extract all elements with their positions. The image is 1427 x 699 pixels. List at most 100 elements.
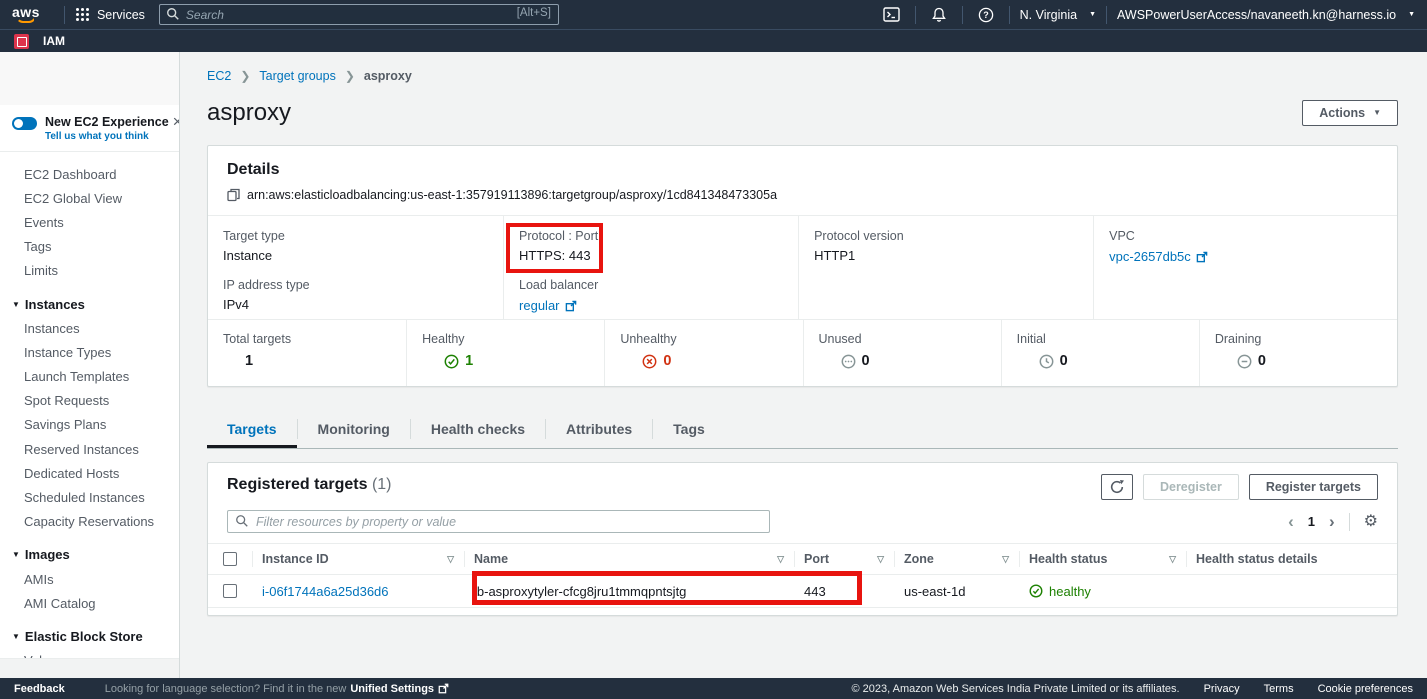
sidebar-section-instances[interactable]: ▼ Instances bbox=[0, 292, 179, 316]
actions-label: Actions bbox=[1319, 106, 1365, 120]
register-targets-button[interactable]: Register targets bbox=[1249, 474, 1378, 500]
tab-targets[interactable]: Targets bbox=[207, 412, 297, 448]
sidebar-section-elastic-block-store[interactable]: ▼ Elastic Block Store bbox=[0, 624, 179, 648]
aws-logo[interactable]: aws bbox=[12, 6, 40, 23]
chevron-down-icon: ▼ bbox=[1408, 11, 1415, 18]
sidebar-section-images[interactable]: ▼ Images bbox=[0, 543, 179, 567]
health-details-cell bbox=[1186, 575, 1397, 607]
instance-id-link[interactable]: i-06f1744a6a25d36d6 bbox=[262, 584, 389, 599]
account-label: AWSPowerUserAccess/navaneeth.kn@harness.… bbox=[1117, 8, 1396, 22]
stat-value: 0 bbox=[663, 353, 671, 369]
tab-monitoring[interactable]: Monitoring bbox=[298, 412, 410, 448]
stat-value: 0 bbox=[1258, 353, 1266, 369]
sidebar-item-savings-plans[interactable]: Savings Plans bbox=[0, 413, 179, 437]
new-experience-toggle[interactable] bbox=[12, 117, 37, 130]
sidebar-item-amis[interactable]: AMIs bbox=[0, 567, 179, 591]
stat-healthy: Healthy 1 bbox=[406, 320, 604, 386]
field-protocol-version: Protocol version HTTP1 bbox=[814, 229, 1083, 263]
triangle-down-icon: ▼ bbox=[12, 632, 20, 641]
settings-gear-icon[interactable]: ⚙ bbox=[1364, 514, 1378, 530]
notifications-bell-button[interactable] bbox=[926, 4, 952, 26]
filter-box bbox=[227, 510, 770, 533]
help-button[interactable]: ? bbox=[973, 4, 999, 26]
next-page-icon[interactable]: › bbox=[1329, 515, 1335, 529]
sidebar-item-reserved-instances[interactable]: Reserved Instances bbox=[0, 437, 179, 461]
title-actions: Actions ▼ bbox=[1302, 100, 1398, 126]
filter-input[interactable] bbox=[227, 510, 770, 533]
tell-us-link[interactable]: Tell us what you think bbox=[45, 131, 169, 142]
privacy-link[interactable]: Privacy bbox=[1204, 683, 1240, 695]
field-label: Protocol version bbox=[814, 229, 1083, 243]
field-value: HTTP1 bbox=[814, 248, 1083, 263]
refresh-button[interactable] bbox=[1101, 474, 1133, 500]
sidebar-item-events[interactable]: Events bbox=[0, 210, 179, 234]
breadcrumb: EC2 ❯ Target groups ❯ asproxy bbox=[207, 52, 1398, 83]
row-checkbox[interactable] bbox=[223, 584, 237, 598]
vpc-link[interactable]: vpc-2657db5c bbox=[1109, 249, 1208, 264]
details-column-4: VPC vpc-2657db5c bbox=[1093, 216, 1397, 319]
stat-draining: Draining 0 bbox=[1199, 320, 1397, 386]
sidebar-item-ec2-dashboard[interactable]: EC2 Dashboard bbox=[0, 162, 179, 186]
external-link-icon bbox=[565, 300, 577, 312]
sort-icon[interactable]: ▽ bbox=[777, 554, 784, 565]
sidebar-item-instance-types[interactable]: Instance Types bbox=[0, 340, 179, 364]
sort-icon[interactable]: ▽ bbox=[447, 554, 454, 565]
nav-divider bbox=[1009, 6, 1010, 24]
breadcrumb-target-groups[interactable]: Target groups bbox=[259, 69, 335, 83]
header-health-status-details: Health status details bbox=[1186, 544, 1397, 574]
search-input[interactable] bbox=[159, 4, 559, 25]
details-column-1: Target type Instance IP address type IPv… bbox=[208, 216, 503, 319]
sidebar-item-capacity-reservations[interactable]: Capacity Reservations bbox=[0, 510, 179, 534]
page-number[interactable]: 1 bbox=[1308, 514, 1315, 529]
sort-icon[interactable]: ▽ bbox=[877, 554, 884, 565]
tab-health-checks[interactable]: Health checks bbox=[411, 412, 545, 448]
recent-service-iam[interactable]: IAM bbox=[14, 34, 65, 49]
actions-button[interactable]: Actions ▼ bbox=[1302, 100, 1398, 126]
nav-divider bbox=[64, 6, 65, 24]
unified-settings-link[interactable]: Unified Settings bbox=[350, 683, 449, 695]
copy-icon[interactable] bbox=[227, 188, 240, 202]
details-column-3: Protocol version HTTP1 bbox=[798, 216, 1093, 319]
iam-service-icon bbox=[14, 34, 29, 49]
cloudshell-button[interactable] bbox=[879, 4, 905, 26]
field-label: Load balancer bbox=[519, 278, 788, 292]
sidebar-item-spot-requests[interactable]: Spot Requests bbox=[0, 389, 179, 413]
field-label: Target type bbox=[223, 229, 493, 243]
services-menu-button[interactable]: Services bbox=[75, 7, 145, 22]
section-label: Instances bbox=[25, 297, 85, 312]
terms-link[interactable]: Terms bbox=[1264, 683, 1294, 695]
services-label: Services bbox=[97, 8, 145, 22]
sidebar-item-instances[interactable]: Instances bbox=[0, 316, 179, 340]
sidebar-item-dedicated-hosts[interactable]: Dedicated Hosts bbox=[0, 461, 179, 485]
stat-value: 1 bbox=[245, 353, 253, 369]
unified-settings-label: Unified Settings bbox=[350, 683, 434, 695]
sidebar-item-launch-templates[interactable]: Launch Templates bbox=[0, 365, 179, 389]
target-group-arn: arn:aws:elasticloadbalancing:us-east-1:3… bbox=[247, 188, 777, 202]
sidebar-item-limits[interactable]: Limits bbox=[0, 259, 179, 283]
tab-tags[interactable]: Tags bbox=[653, 412, 725, 448]
sidebar-item-scheduled-instances[interactable]: Scheduled Instances bbox=[0, 485, 179, 509]
cookie-preferences-link[interactable]: Cookie preferences bbox=[1318, 683, 1413, 695]
close-icon[interactable]: × bbox=[169, 115, 180, 129]
sidebar-item-ec2-global-view[interactable]: EC2 Global View bbox=[0, 186, 179, 210]
sidebar-item-ami-catalog[interactable]: AMI Catalog bbox=[0, 591, 179, 615]
field-value: IPv4 bbox=[223, 297, 493, 312]
previous-page-icon[interactable]: ‹ bbox=[1288, 515, 1294, 529]
account-menu[interactable]: AWSPowerUserAccess/navaneeth.kn@harness.… bbox=[1117, 8, 1415, 22]
stat-label: Unused bbox=[819, 332, 995, 346]
chevron-right-icon: ❯ bbox=[240, 69, 250, 83]
breadcrumb-ec2[interactable]: EC2 bbox=[207, 69, 231, 83]
load-balancer-link[interactable]: regular bbox=[519, 298, 576, 313]
aws-console-page: aws Services [Alt+S] bbox=[0, 0, 1427, 699]
deregister-button[interactable]: Deregister bbox=[1143, 474, 1239, 500]
field-value: HTTPS: 443 bbox=[519, 248, 788, 263]
tab-attributes[interactable]: Attributes bbox=[546, 412, 652, 448]
region-selector[interactable]: N. Virginia ▼ bbox=[1020, 8, 1096, 22]
feedback-button[interactable]: Feedback bbox=[14, 683, 65, 695]
sort-icon[interactable]: ▽ bbox=[1002, 554, 1009, 565]
sidebar-item-tags[interactable]: Tags bbox=[0, 235, 179, 259]
select-all-checkbox[interactable] bbox=[223, 552, 237, 566]
sort-icon[interactable]: ▽ bbox=[1169, 554, 1176, 565]
section-label: Elastic Block Store bbox=[25, 629, 143, 644]
field-ip-address-type: IP address type IPv4 bbox=[223, 278, 493, 312]
